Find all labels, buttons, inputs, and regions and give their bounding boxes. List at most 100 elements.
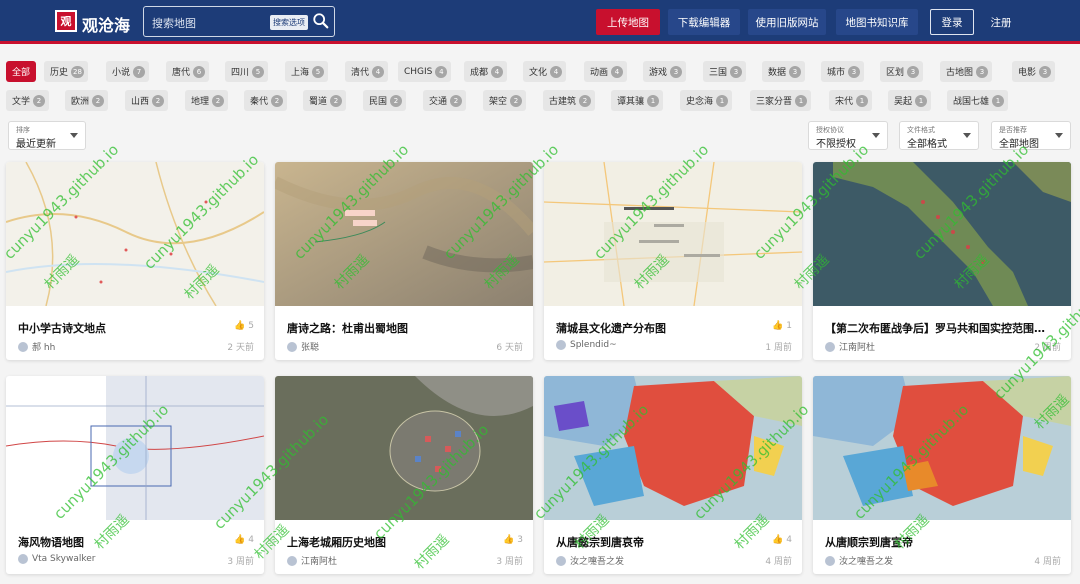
tag-count-badge: 1 xyxy=(795,94,808,107)
card-author[interactable]: 汝之嚏吾之发 xyxy=(825,554,893,567)
map-thumbnail[interactable] xyxy=(275,376,533,520)
tag-chip[interactable]: 吴起 1 xyxy=(888,90,932,111)
thumbs-up-icon: 👍 xyxy=(772,535,784,545)
tag-chip[interactable]: 蜀道 2 xyxy=(303,90,347,111)
tag-chip[interactable]: 电影 3 xyxy=(1012,61,1056,82)
like-count[interactable]: 👍 5 xyxy=(234,321,254,331)
tag-count-badge: 1 xyxy=(856,94,869,107)
site-name[interactable]: 观沧海 xyxy=(82,12,130,36)
card-time: 4 周前 xyxy=(765,557,792,567)
upload-map-button[interactable]: 上传地图 xyxy=(596,9,660,35)
map-card[interactable]: 从唐懿宗到唐哀帝 👍 4 汝之嚏吾之发 4 周前 xyxy=(544,376,802,574)
card-time: 3 周前 xyxy=(496,557,523,567)
tag-chip[interactable]: 山西 2 xyxy=(125,90,169,111)
license-value: 不限授权 xyxy=(816,139,856,150)
tag-chip[interactable]: 秦代 2 xyxy=(244,90,288,111)
tag-chip[interactable]: 上海 5 xyxy=(285,61,329,82)
tag-chip[interactable]: 唐代 6 xyxy=(166,61,210,82)
map-card[interactable]: 唐诗之路：杜甫出蜀地图 张聪 6 天前 xyxy=(275,162,533,360)
tag-chip[interactable]: 欧洲 2 xyxy=(65,90,109,111)
tag-chip[interactable]: 历史 28 xyxy=(44,61,88,82)
tag-chip[interactable]: 文学 2 xyxy=(6,90,50,111)
card-author[interactable]: 汝之嚏吾之发 xyxy=(556,554,624,567)
tag-count-badge: 5 xyxy=(312,65,325,78)
sort-dropdown[interactable]: 排序 最近更新 xyxy=(8,121,86,150)
tag-count-badge: 2 xyxy=(212,94,225,107)
download-editor-button[interactable]: 下载编辑器 xyxy=(668,9,740,35)
tag-chip[interactable]: 地理 2 xyxy=(185,90,229,111)
card-title[interactable]: 上海老城厢历史地图 xyxy=(287,534,519,550)
tag-chip[interactable]: 动画 4 xyxy=(584,61,628,82)
card-author[interactable]: Vta Skywalker xyxy=(18,554,96,564)
search-options-button[interactable]: 搜索选项 xyxy=(270,15,308,30)
chevron-down-icon xyxy=(1055,133,1063,138)
tag-chip[interactable]: 数据 3 xyxy=(762,61,806,82)
map-thumbnail[interactable] xyxy=(544,162,802,306)
tag-chip[interactable]: 全部 xyxy=(6,61,37,82)
like-count[interactable]: 👍 1 xyxy=(772,321,792,331)
tag-chip[interactable]: 交通 2 xyxy=(423,90,467,111)
tag-chip[interactable]: 小说 7 xyxy=(106,61,150,82)
tag-label: 电影 xyxy=(1018,68,1037,78)
card-author[interactable]: 郝 hh xyxy=(18,340,55,353)
card-author[interactable]: Splendid~ xyxy=(556,340,617,350)
login-button[interactable]: 登录 xyxy=(930,9,974,35)
old-site-button[interactable]: 使用旧版网站 xyxy=(748,9,826,35)
card-title[interactable]: 【第二次布匿战争后】罗马共和国实控范围… xyxy=(825,320,1057,336)
like-count[interactable]: 👍 3 xyxy=(503,535,523,545)
tag-chip[interactable]: 史念海 1 xyxy=(680,90,733,111)
card-title[interactable]: 从唐懿宗到唐哀帝 xyxy=(556,534,788,550)
map-thumbnail[interactable] xyxy=(6,376,264,520)
search-icon[interactable] xyxy=(312,12,330,30)
card-title[interactable]: 从唐顺宗到唐宣帝 xyxy=(825,534,1057,550)
site-logo[interactable]: 观 xyxy=(55,10,77,32)
tag-chip[interactable]: 成都 4 xyxy=(464,61,508,82)
license-dropdown[interactable]: 授权协议 不限授权 xyxy=(808,121,888,150)
map-card[interactable]: 中小学古诗文地点 👍 5 郝 hh 2 天前 xyxy=(6,162,264,360)
like-count[interactable]: 👍 4 xyxy=(772,535,792,545)
wiki-button[interactable]: 地图书知识库 xyxy=(836,9,918,35)
tag-chip[interactable]: 古地图 3 xyxy=(940,61,993,82)
card-title[interactable]: 蒲城县文化遗产分布图 xyxy=(556,320,788,336)
card-author[interactable]: 江南阿杜 xyxy=(825,340,875,353)
map-card[interactable]: 从唐顺宗到唐宣帝 汝之嚏吾之发 4 周前 xyxy=(813,376,1071,574)
map-thumbnail[interactable] xyxy=(544,376,802,520)
tag-chip[interactable]: 战国七雄 1 xyxy=(947,90,1009,111)
tag-chip[interactable]: 游戏 3 xyxy=(643,61,687,82)
tag-chip[interactable]: 三国 3 xyxy=(703,61,747,82)
tag-chip[interactable]: 宋代 1 xyxy=(829,90,873,111)
like-count-value: 5 xyxy=(248,321,254,331)
tag-chip[interactable]: 古建筑 2 xyxy=(543,90,596,111)
card-title[interactable]: 海风物语地图 xyxy=(18,534,250,550)
license-label: 授权协议 xyxy=(816,126,844,134)
register-button[interactable]: 注册 xyxy=(984,9,1018,35)
avatar xyxy=(556,340,566,350)
card-author[interactable]: 江南阿杜 xyxy=(287,554,337,567)
tag-chip[interactable]: 谭其骧 1 xyxy=(611,90,664,111)
featured-dropdown[interactable]: 是否推荐 全部地图 xyxy=(991,121,1071,150)
map-card[interactable]: 上海老城厢历史地图 👍 3 江南阿杜 3 周前 xyxy=(275,376,533,574)
card-title[interactable]: 唐诗之路：杜甫出蜀地图 xyxy=(287,320,519,336)
map-thumbnail[interactable] xyxy=(275,162,533,306)
tag-chip[interactable]: 清代 4 xyxy=(345,61,389,82)
map-card[interactable]: 海风物语地图 👍 4 Vta Skywalker 3 周前 xyxy=(6,376,264,574)
tag-chip[interactable]: 区划 3 xyxy=(880,61,924,82)
card-author[interactable]: 张聪 xyxy=(287,340,319,353)
like-count[interactable]: 👍 4 xyxy=(234,535,254,545)
tag-chip[interactable]: 城市 3 xyxy=(821,61,865,82)
map-thumbnail[interactable] xyxy=(6,162,264,306)
tag-chip[interactable]: 文化 4 xyxy=(523,61,567,82)
format-dropdown[interactable]: 文件格式 全部格式 xyxy=(899,121,979,150)
map-thumbnail[interactable] xyxy=(813,376,1071,520)
avatar xyxy=(287,341,297,352)
tag-chip[interactable]: CHGIS 4 xyxy=(398,61,452,82)
tag-chip[interactable]: 架空 2 xyxy=(483,90,527,111)
map-card[interactable]: 蒲城县文化遗产分布图 👍 1 Splendid~ 1 周前 xyxy=(544,162,802,360)
tag-chip[interactable]: 四川 5 xyxy=(225,61,269,82)
search-input[interactable]: 搜索地图 搜索选项 xyxy=(143,6,335,37)
tag-chip[interactable]: 民国 2 xyxy=(363,90,407,111)
map-card[interactable]: 【第二次布匿战争后】罗马共和国实控范围… 江南阿杜 2 周前 xyxy=(813,162,1071,360)
card-title[interactable]: 中小学古诗文地点 xyxy=(18,320,250,336)
map-thumbnail[interactable] xyxy=(813,162,1071,306)
tag-chip[interactable]: 三家分晋 1 xyxy=(750,90,812,111)
